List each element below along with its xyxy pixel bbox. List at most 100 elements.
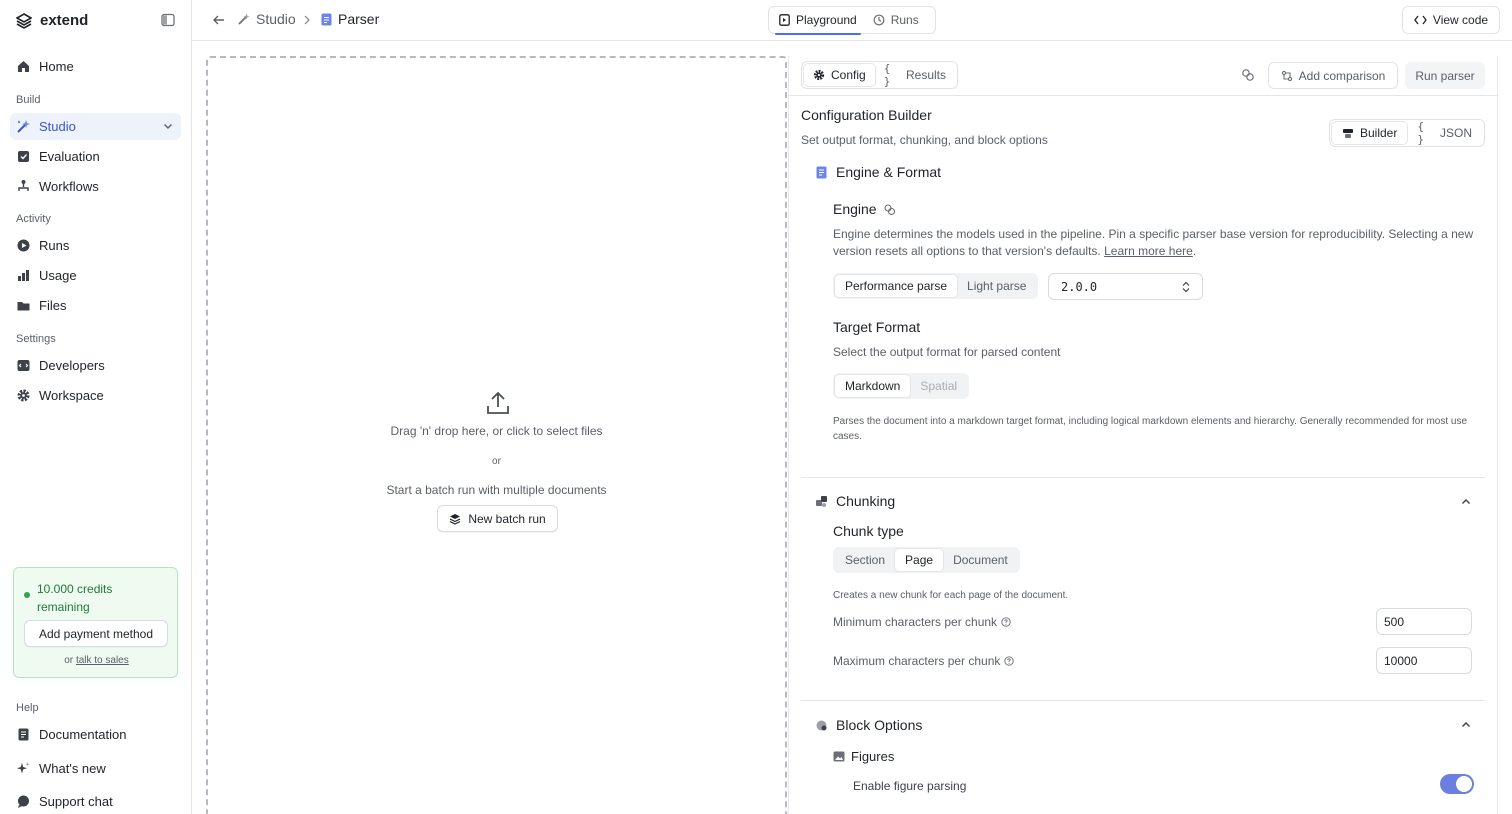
sparkle-icon	[16, 761, 31, 776]
section-title: Chunking	[836, 493, 896, 509]
document-icon	[816, 166, 827, 178]
upload-icon	[487, 391, 509, 414]
add-comparison-label: Add comparison	[1298, 68, 1386, 83]
mode-json[interactable]: { } JSON	[1407, 120, 1482, 146]
tab-playground[interactable]: Playground	[773, 9, 863, 35]
tab-config[interactable]: Config	[804, 64, 875, 86]
new-batch-run-button[interactable]: New batch run	[437, 505, 558, 532]
document-icon	[16, 727, 31, 742]
link-icon[interactable]	[883, 203, 896, 216]
chunk-type-section[interactable]: Section	[835, 549, 895, 571]
image-icon	[833, 751, 845, 762]
help-circle-icon[interactable]	[1001, 617, 1011, 627]
min-chars-input[interactable]	[1376, 608, 1472, 635]
block-options-header[interactable]: Block Options	[815, 717, 922, 733]
engine-description: Engine determines the models used in the…	[833, 227, 1474, 258]
braces-icon: { }	[883, 62, 891, 88]
brand-logo[interactable]: extend	[16, 12, 88, 29]
dropzone-primary-text: Drag 'n' drop here, or click to select f…	[390, 424, 603, 438]
sidebar-item-workflows[interactable]: Workflows	[10, 173, 181, 200]
engine-performance-parse[interactable]: Performance parse	[835, 275, 958, 297]
brand-name: extend	[40, 12, 89, 29]
engine-header: Engine	[833, 201, 896, 217]
sidebar-item-developers[interactable]: Developers	[10, 352, 181, 379]
min-chars-text: Minimum characters per chunk	[833, 615, 998, 629]
sidebar-item-label: Home	[39, 59, 74, 74]
sidebar-item-usage[interactable]: Usage	[10, 262, 181, 289]
mode-builder[interactable]: Builder	[1332, 122, 1407, 144]
sidebar-item-documentation[interactable]: Documentation	[10, 721, 181, 748]
max-chars-label: Maximum characters per chunk	[833, 654, 1015, 668]
chunk-type-page[interactable]: Page	[895, 549, 944, 571]
sidebar-item-whats-new[interactable]: What's new	[10, 755, 181, 782]
sidebar-item-support-chat[interactable]: Support chat	[10, 788, 181, 814]
tab-runs[interactable]: Runs	[867, 9, 925, 31]
tab-results[interactable]: { } Results	[875, 62, 955, 88]
target-format-description: Parses the document into a markdown targ…	[833, 416, 1468, 442]
talk-to-sales-row: or talk to sales	[14, 655, 179, 666]
chevron-up-icon[interactable]	[1461, 497, 1471, 507]
chunk-type-document[interactable]: Document	[943, 549, 1018, 571]
panel-tabs: Config { } Results	[801, 61, 958, 89]
sidebar-item-runs[interactable]: Runs	[10, 232, 181, 259]
add-payment-method-button[interactable]: Add payment method	[24, 620, 168, 647]
chevron-down-icon[interactable]	[163, 121, 173, 131]
sidebar-item-files[interactable]: Files	[10, 292, 181, 319]
talk-to-sales-link[interactable]: talk to sales	[76, 655, 129, 666]
learn-more-link[interactable]: Learn more here	[1104, 244, 1193, 258]
compare-icon	[1281, 70, 1292, 81]
config-builder-title: Configuration Builder	[801, 107, 932, 123]
chevron-up-down-icon	[1182, 281, 1190, 293]
config-panel: Config { } Results Add comparison Run pa…	[788, 56, 1498, 814]
chunking-header[interactable]: Chunking	[815, 493, 895, 509]
tab-label: Runs	[890, 13, 919, 27]
sidebar-item-label: Studio	[39, 119, 76, 134]
engine-version-select[interactable]: 2.0.0	[1048, 273, 1203, 300]
sidebar-item-studio[interactable]: Studio	[10, 113, 181, 140]
folder-icon	[16, 298, 31, 313]
document-icon	[321, 13, 332, 25]
code-brackets-icon	[1414, 15, 1427, 25]
section-label-build: Build	[16, 94, 41, 106]
run-parser-button[interactable]: Run parser	[1405, 62, 1485, 89]
sidebar-item-workspace[interactable]: Workspace	[10, 382, 181, 409]
sidebar: extend Home Build Studio Evaluation Work…	[0, 0, 192, 814]
playground-file-icon	[779, 14, 790, 26]
engine-light-parse[interactable]: Light parse	[957, 275, 1036, 297]
blocks-icon	[816, 720, 827, 730]
chevron-right-icon	[304, 15, 310, 25]
file-dropzone[interactable]: Drag 'n' drop here, or click to select f…	[206, 56, 787, 814]
tab-label: Playground	[796, 13, 857, 27]
figures-header: Figures	[833, 749, 894, 764]
format-markdown[interactable]: Markdown	[835, 375, 911, 397]
target-format-title: Target Format	[833, 319, 921, 335]
breadcrumb-label: Studio	[256, 11, 296, 27]
view-code-button[interactable]: View code	[1402, 6, 1500, 34]
tab-label: Config	[831, 68, 866, 82]
layers-icon	[450, 513, 461, 525]
add-comparison-button[interactable]: Add comparison	[1268, 62, 1398, 89]
link-icon[interactable]	[1241, 68, 1255, 82]
studio-wand-icon	[238, 13, 250, 25]
chunk-type-title: Chunk type	[833, 523, 904, 539]
engine-title: Engine	[833, 201, 877, 217]
new-batch-run-label: New batch run	[468, 511, 546, 526]
chunk-type-description: Creates a new chunk for each page of the…	[833, 590, 1069, 601]
chevron-up-icon[interactable]	[1461, 720, 1471, 730]
min-chars-label: Minimum characters per chunk	[833, 615, 1011, 629]
figure-parsing-toggle[interactable]	[1440, 774, 1474, 794]
breadcrumb-studio[interactable]: Studio	[238, 11, 296, 27]
chunk-type-selector: Section Page Document	[833, 547, 1020, 573]
sidebar-collapse-icon[interactable]	[161, 13, 175, 27]
sidebar-item-home[interactable]: Home	[10, 53, 181, 80]
sidebar-item-evaluation[interactable]: Evaluation	[10, 143, 181, 170]
section-label-settings: Settings	[16, 333, 56, 345]
builder-json-toggle: Builder { } JSON	[1329, 119, 1485, 147]
section-label-help: Help	[16, 702, 39, 714]
format-spatial[interactable]: Spatial	[910, 375, 967, 397]
max-chars-input[interactable]	[1376, 647, 1472, 674]
sidebar-item-label: Support chat	[39, 794, 113, 809]
help-circle-icon[interactable]	[1004, 656, 1015, 666]
back-arrow-icon[interactable]	[212, 13, 226, 27]
gear-icon	[16, 388, 31, 403]
